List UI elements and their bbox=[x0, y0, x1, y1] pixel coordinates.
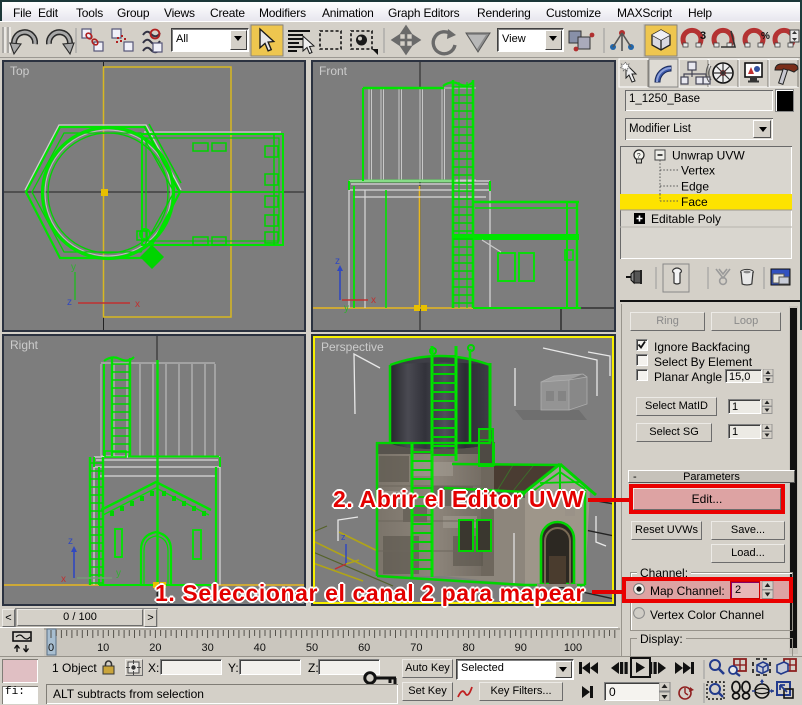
svg-text:y: y bbox=[344, 303, 349, 314]
svg-text:Face: Face bbox=[681, 195, 708, 209]
svg-text:10: 10 bbox=[97, 642, 109, 654]
svg-text:y: y bbox=[71, 262, 76, 273]
svg-text:60: 60 bbox=[358, 642, 370, 654]
svg-text:z: z bbox=[67, 297, 72, 308]
svg-text:x: x bbox=[61, 574, 66, 585]
svg-text:Edge: Edge bbox=[681, 180, 709, 194]
svg-text:%: % bbox=[761, 31, 770, 42]
svg-text:Editable Poly: Editable Poly bbox=[651, 212, 721, 226]
svg-text:?: ? bbox=[637, 153, 641, 160]
svg-text:90: 90 bbox=[515, 642, 527, 654]
svg-text:40: 40 bbox=[254, 642, 266, 654]
svg-text:x: x bbox=[135, 299, 140, 310]
svg-text:100: 100 bbox=[564, 642, 582, 654]
svg-text:Unwrap UVW: Unwrap UVW bbox=[672, 149, 745, 163]
svg-text:50: 50 bbox=[306, 642, 318, 654]
svg-text:30: 30 bbox=[201, 642, 213, 654]
svg-text:80: 80 bbox=[462, 642, 474, 654]
svg-text:z: z bbox=[68, 536, 73, 547]
svg-text:y: y bbox=[116, 568, 121, 579]
svg-text:x: x bbox=[371, 295, 376, 306]
svg-text:20: 20 bbox=[149, 642, 161, 654]
svg-text:Vertex: Vertex bbox=[681, 164, 715, 178]
svg-text:70: 70 bbox=[410, 642, 422, 654]
svg-text:3: 3 bbox=[700, 30, 706, 42]
svg-text:z: z bbox=[335, 256, 340, 267]
svg-text:0: 0 bbox=[48, 642, 54, 654]
